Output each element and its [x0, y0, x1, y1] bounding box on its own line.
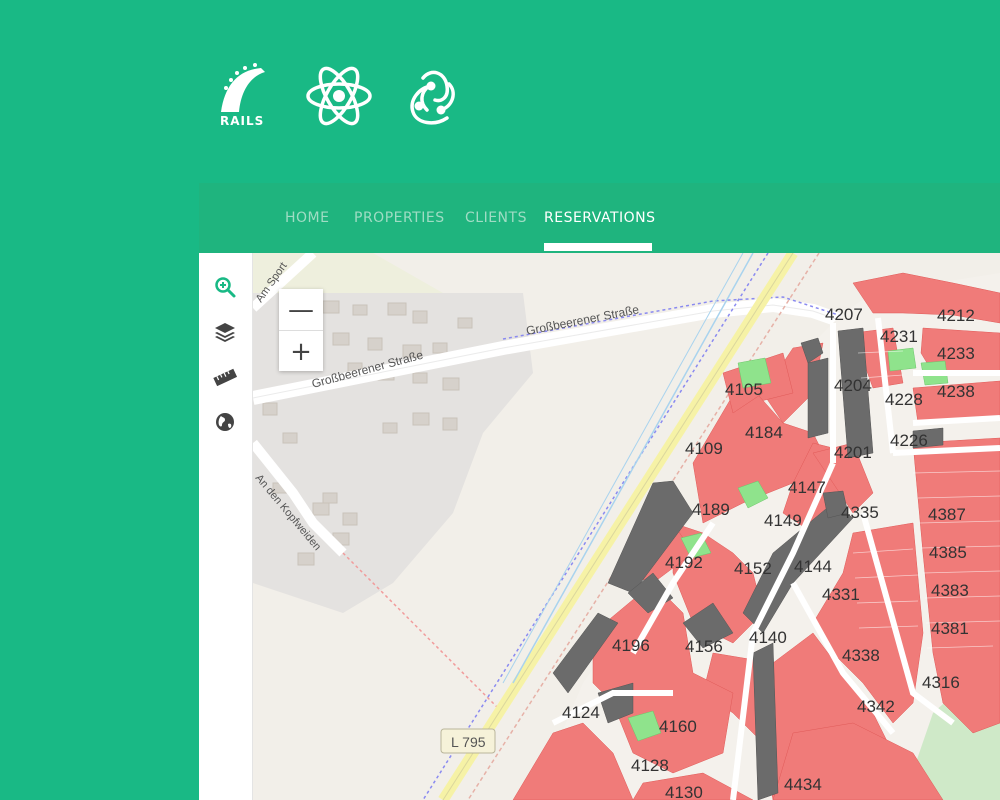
rails-icon	[221, 63, 265, 112]
map-tools-sidebar	[199, 253, 253, 800]
redux-logo	[401, 66, 465, 128]
plot-label[interactable]: 4196	[612, 636, 650, 655]
plot-label[interactable]: 4381	[931, 619, 969, 638]
plot-label[interactable]: 4149	[764, 511, 802, 530]
plot-label[interactable]: 4231	[880, 327, 918, 346]
nav-properties[interactable]: PROPERTIES	[354, 210, 445, 226]
plot-label[interactable]: 4207	[825, 305, 863, 324]
plot-label[interactable]: 4192	[665, 553, 703, 572]
plot-label[interactable]: 4226	[890, 431, 928, 450]
plot-label[interactable]: 4228	[885, 390, 923, 409]
ruler-icon[interactable]	[213, 365, 238, 389]
plot-label[interactable]: 4316	[922, 673, 960, 692]
rails-wordmark: RAILS	[220, 114, 265, 128]
top-navigation: HOME PROPERTIES CLIENTS RESERVATIONS	[199, 183, 1000, 253]
plot-label[interactable]: 4238	[937, 382, 975, 401]
plot-label[interactable]: 4212	[937, 306, 975, 325]
layers-icon[interactable]	[213, 320, 237, 344]
plot-label[interactable]: 4160	[659, 717, 697, 736]
road-badge-label: L 795	[451, 734, 486, 750]
plot-label[interactable]: 4331	[822, 585, 860, 604]
plot-label[interactable]: 4130	[665, 783, 703, 800]
plot-label[interactable]: 4335	[841, 503, 879, 522]
plot-label[interactable]: 4109	[685, 439, 723, 458]
plot-label[interactable]: 4147	[788, 478, 826, 497]
plot-label[interactable]: 4156	[685, 637, 723, 656]
nav-home[interactable]: HOME	[285, 210, 329, 226]
react-logo	[305, 64, 373, 128]
plot-label[interactable]: 4233	[937, 344, 975, 363]
redux-icon	[410, 70, 455, 125]
active-tab-indicator	[544, 243, 652, 251]
plot-label[interactable]: 4184	[745, 423, 783, 442]
zoom-control: — +	[279, 289, 323, 371]
plot-label[interactable]: 4189	[692, 500, 730, 519]
map-view[interactable]: Großbeerener Straße Großbeerener Straße …	[253, 253, 1000, 800]
map-canvas[interactable]: Großbeerener Straße Großbeerener Straße …	[253, 253, 1000, 800]
nav-reservations[interactable]: RESERVATIONS	[544, 210, 656, 226]
plot-label[interactable]: 4387	[928, 505, 966, 524]
plot-label[interactable]: 4152	[734, 559, 772, 578]
plot-label[interactable]: 4201	[834, 443, 872, 462]
plot-label[interactable]: 4338	[842, 646, 880, 665]
app-window: HOME PROPERTIES CLIENTS RESERVATIONS Gro…	[199, 183, 1000, 800]
plot-label[interactable]: 4434	[784, 775, 822, 794]
zoom-out-button[interactable]: —	[279, 289, 323, 330]
plot-label[interactable]: 4342	[857, 697, 895, 716]
plot-label[interactable]: 4204	[834, 376, 872, 395]
nav-clients[interactable]: CLIENTS	[465, 210, 527, 226]
plot-label[interactable]: 4124	[562, 703, 600, 722]
globe-icon[interactable]	[213, 410, 237, 434]
plot-label[interactable]: 4105	[725, 380, 763, 399]
react-icon	[306, 66, 372, 126]
plot-label[interactable]: 4144	[794, 557, 832, 576]
zoom-search-icon[interactable]	[213, 275, 237, 299]
plot-label[interactable]: 4140	[749, 628, 787, 647]
logo-bar: RAILS	[215, 62, 475, 132]
plot-label[interactable]: 4383	[931, 581, 969, 600]
zoom-in-button[interactable]: +	[279, 331, 323, 372]
rails-logo: RAILS	[215, 62, 271, 128]
plot-label[interactable]: 4128	[631, 756, 669, 775]
plot-label[interactable]: 4385	[929, 543, 967, 562]
